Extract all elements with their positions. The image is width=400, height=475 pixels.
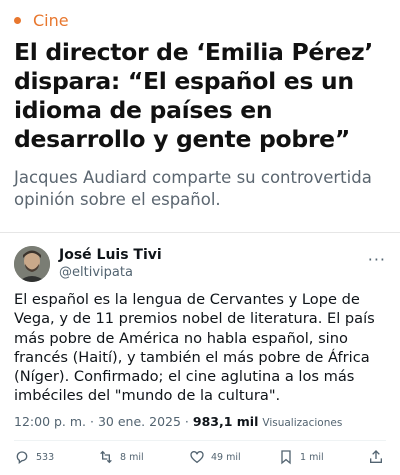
repost-button[interactable]: 8 mil	[98, 449, 144, 465]
views-label: Visualizaciones	[262, 417, 343, 429]
meta-separator: ·	[184, 414, 189, 429]
share-button[interactable]	[368, 449, 390, 465]
meta-separator: ·	[90, 414, 94, 429]
tweet: José Luis Tivi @eltivipata ··· El españo…	[14, 244, 386, 429]
avatar[interactable]	[14, 246, 50, 282]
like-icon	[190, 451, 204, 464]
like-count: 49 mil	[211, 451, 241, 463]
tweet-date[interactable]: 30 ene. 2025	[98, 414, 181, 429]
category-row: Cine	[14, 10, 394, 30]
repost-count: 8 mil	[120, 451, 144, 463]
category-dot-icon	[14, 16, 21, 24]
article-headline[interactable]: El director de ‘Emilia Pérez’ dispara: “…	[14, 38, 394, 154]
user-handle[interactable]: @eltivipata	[59, 264, 162, 281]
bookmark-button[interactable]: 1 mil	[278, 449, 324, 465]
more-icon[interactable]: ···	[368, 250, 386, 269]
tweet-actions: 533 8 mil 49 mil 1 mil	[14, 449, 386, 469]
tweet-time[interactable]: 12:00 p. m.	[14, 414, 86, 429]
actions-divider	[14, 440, 386, 441]
reply-count: 533	[36, 451, 55, 463]
reply-button[interactable]: 533	[14, 449, 54, 465]
like-button[interactable]: 49 mil	[189, 449, 241, 465]
tweet-meta: 12:00 p. m. · 30 ene. 2025 · 983,1 mil V…	[14, 414, 342, 429]
article-subheadline: Jacques Audiard comparte su controvertid…	[14, 168, 372, 209]
views-count: 983,1 mil	[192, 414, 259, 429]
divider	[0, 232, 400, 233]
reply-icon	[16, 451, 28, 464]
category-label[interactable]: Cine	[33, 11, 69, 30]
bookmark-count: 1 mil	[300, 451, 324, 463]
repost-icon	[100, 450, 112, 464]
news-article: Cine El director de ‘Emilia Pérez’ dispa…	[14, 10, 394, 211]
bookmark-icon	[281, 450, 291, 465]
share-icon	[370, 450, 382, 463]
tweet-header: José Luis Tivi @eltivipata ···	[14, 244, 386, 284]
tweet-text: El español es la lengua de Cervantes y L…	[14, 291, 375, 405]
display-name[interactable]: José Luis Tivi	[59, 247, 162, 264]
